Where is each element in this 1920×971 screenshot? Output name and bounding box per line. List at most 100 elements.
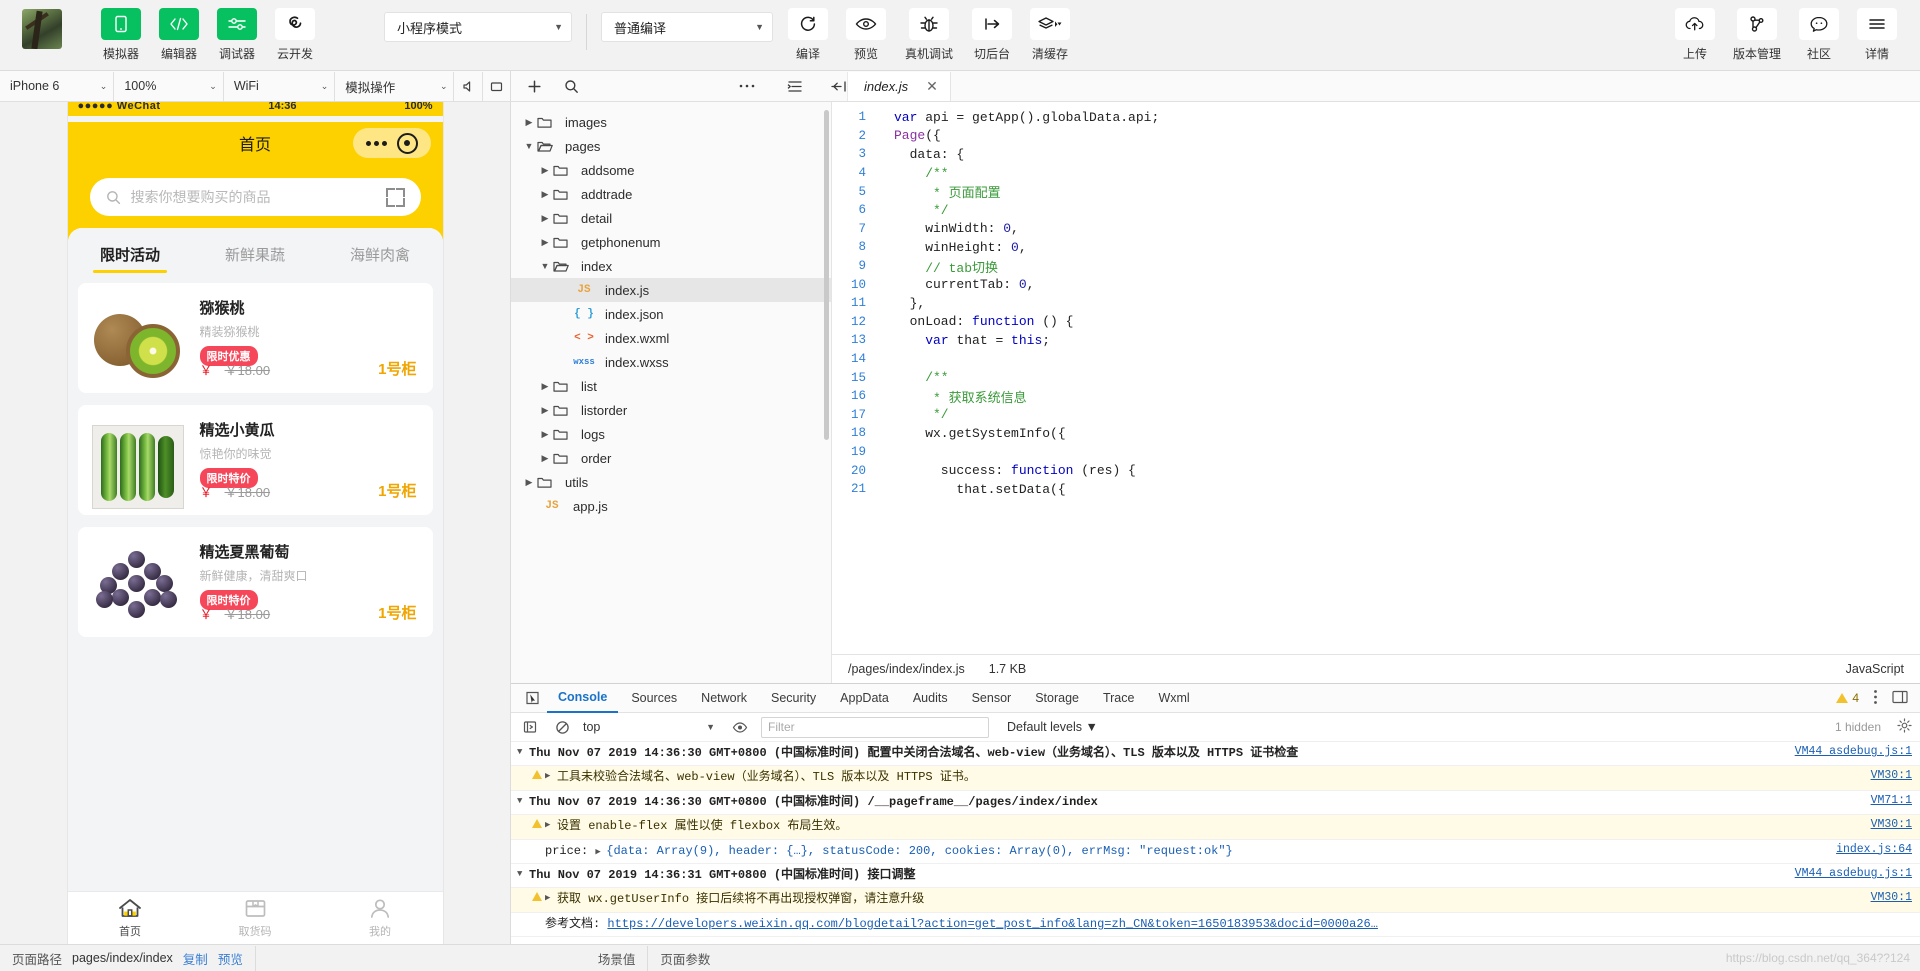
console-log-entry[interactable]: ▼ Thu Nov 07 2019 14:36:31 GMT+0800 (中国标准… — [511, 864, 1920, 889]
tabbar-item-home[interactable]: 首页 — [68, 892, 193, 944]
dock-panel-icon[interactable] — [1892, 690, 1908, 707]
console-log-source[interactable]: VM30:1 — [1859, 818, 1912, 831]
more-icon[interactable] — [365, 140, 387, 146]
tab-console[interactable]: Console — [547, 684, 619, 713]
collapse-all-icon[interactable] — [787, 80, 803, 93]
copy-button[interactable]: 复制 — [183, 949, 208, 968]
toolbar-item-background[interactable]: 切后台 — [963, 8, 1021, 62]
file-tree-file-index-js[interactable]: JS index.js — [511, 278, 831, 302]
screen-icon[interactable] — [481, 71, 510, 101]
tab-sources[interactable]: Sources — [620, 685, 688, 712]
category-tab-fresh[interactable]: 新鲜果蔬 — [193, 238, 318, 273]
product-card[interactable]: 精选夏黑葡萄 新鲜健康，清甜爽口 限时特价 ￥ ￥18.00 1号柜 — [77, 527, 433, 637]
chevron-right-icon[interactable]: ▶ — [537, 405, 553, 416]
preview-button[interactable]: 预览 — [218, 949, 243, 968]
file-tree-folder-order[interactable]: ▶ order — [511, 446, 831, 470]
mute-icon[interactable] — [454, 72, 481, 101]
console-log-source[interactable]: VM71:1 — [1859, 794, 1912, 807]
toolbar-item-community[interactable]: 社区 — [1790, 8, 1848, 62]
console-log-entry[interactable]: ▼ Thu Nov 07 2019 14:36:30 GMT+0800 (中国标准… — [511, 742, 1920, 767]
file-tree-folder-logs[interactable]: ▶ logs — [511, 422, 831, 446]
chevron-right-icon[interactable]: ▶ — [537, 453, 553, 464]
page-params-segment[interactable]: 页面参数 — [648, 946, 722, 971]
gear-icon[interactable] — [1897, 718, 1912, 736]
add-file-icon[interactable] — [527, 79, 542, 94]
toolbar-item-upload[interactable]: 上传 — [1666, 8, 1724, 62]
chevron-right-icon[interactable]: ▶ — [537, 381, 553, 392]
search-bar[interactable]: 搜索你想要购买的商品 — [89, 178, 421, 216]
toolbar-item-version[interactable]: 版本管理 — [1724, 8, 1790, 62]
console-log-entry[interactable]: ▶ 获取 wx.getUserInfo 接口后续将不再出现授权弹窗，请注意升级 VM… — [511, 888, 1920, 913]
close-icon[interactable]: ✕ — [926, 78, 938, 95]
toolbar-item-real-device-debug[interactable]: 真机调试 — [895, 8, 963, 62]
console-log-source[interactable]: VM44 asdebug.js:1 — [1783, 867, 1912, 880]
tab-audits[interactable]: Audits — [902, 685, 959, 712]
live-expression-icon[interactable] — [729, 716, 751, 738]
tab-storage[interactable]: Storage — [1024, 685, 1090, 712]
file-tree-file-app-js[interactable]: JS app.js — [511, 494, 831, 518]
file-tree-file-index-json[interactable]: { } index.json — [511, 302, 831, 326]
search-files-icon[interactable] — [564, 79, 579, 94]
chevron-right-icon[interactable]: ▶ — [521, 477, 537, 488]
warning-count-badge[interactable]: 4 — [1836, 691, 1859, 705]
tab-network[interactable]: Network — [690, 685, 758, 712]
console-log-entry[interactable]: ▶ 设置 enable-flex 属性以使 flexbox 布局生效。 VM30:1 — [511, 815, 1920, 840]
console-prompt[interactable]: > — [511, 937, 1920, 944]
toolbar-item-editor[interactable]: 编辑器 — [150, 8, 208, 62]
chevron-right-icon[interactable]: ▶ — [545, 818, 557, 830]
category-tab-limited[interactable]: 限时活动 — [68, 238, 193, 273]
toolbar-item-cloud-dev[interactable]: 云开发 — [266, 8, 324, 62]
toolbar-item-preview[interactable]: 预览 — [837, 8, 895, 62]
tab-sensor[interactable]: Sensor — [961, 685, 1023, 712]
chevron-down-icon[interactable]: ▼ — [537, 261, 553, 271]
chevron-right-icon[interactable]: ▶ — [545, 769, 557, 781]
product-card[interactable]: 精选小黄瓜 惊艳你的味觉 限时特价 ￥ ￥18.00 1号柜 — [77, 405, 433, 515]
chevron-right-icon[interactable]: ▶ — [537, 165, 553, 176]
console-log-source[interactable]: VM30:1 — [1859, 891, 1912, 904]
file-tree-file-index-wxml[interactable]: < > index.wxml — [511, 326, 831, 350]
chevron-down-icon[interactable]: ▼ — [521, 141, 537, 151]
avatar[interactable] — [22, 9, 62, 49]
zoom-select[interactable]: 100% ⌄ — [114, 71, 224, 101]
chevron-right-icon[interactable]: ▶ — [537, 189, 553, 200]
capsule-button[interactable] — [352, 128, 431, 158]
code-lines[interactable]: 1 var api = getApp().globalData.api; 2 Page… — [832, 102, 1920, 654]
network-select[interactable]: WiFi ⌄ — [224, 71, 336, 101]
tab-trace[interactable]: Trace — [1092, 685, 1146, 712]
file-tree-folder-pages[interactable]: ▼ pages — [511, 134, 831, 158]
chevron-right-icon[interactable]: ▶ — [521, 117, 537, 128]
more-options-icon[interactable] — [739, 83, 755, 89]
file-tree-folder-detail[interactable]: ▶ detail — [511, 206, 831, 230]
editor-tab-index-js[interactable]: index.js ✕ — [848, 71, 951, 101]
execute-icon[interactable] — [519, 716, 541, 738]
tabbar-item-mine[interactable]: 我的 — [318, 892, 443, 944]
inspect-element-icon[interactable] — [519, 691, 545, 706]
device-select[interactable]: iPhone 6 ⌄ — [0, 71, 115, 101]
console-log-source[interactable]: VM44 asdebug.js:1 — [1783, 745, 1912, 758]
console-filter-input[interactable]: Filter — [761, 716, 989, 738]
action-select[interactable]: 模拟操作 ⌄ — [335, 71, 455, 101]
file-tree-folder-addtrade[interactable]: ▶ addtrade — [511, 182, 831, 206]
log-levels-select[interactable]: Default levels ▼ — [1007, 720, 1098, 734]
toolbar-item-clear-cache[interactable]: 清缓存 — [1021, 8, 1079, 62]
console-log-source[interactable]: VM30:1 — [1859, 769, 1912, 782]
close-capsule-icon[interactable] — [396, 132, 418, 154]
chevron-right-icon[interactable]: ▶ — [545, 891, 557, 903]
chevron-right-icon[interactable]: ▶ — [537, 237, 553, 248]
console-log-source[interactable]: index.js:64 — [1824, 843, 1912, 856]
console-log-entry[interactable]: price: ▶ {data: Array(9), header: {…}, s… — [511, 840, 1920, 864]
file-tree-folder-listorder[interactable]: ▶ listorder — [511, 398, 831, 422]
product-card[interactable]: 猕猴桃 精装猕猴桃 限时优惠 ￥ ￥18.00 1号柜 — [77, 283, 433, 393]
mode-select[interactable]: 小程序模式 ▼ — [384, 12, 572, 42]
scan-icon[interactable] — [385, 187, 405, 207]
chevron-down-icon[interactable]: ▼ — [517, 794, 529, 806]
compile-select[interactable]: 普通编译 ▼ — [601, 12, 773, 42]
toolbar-item-debugger[interactable]: 调试器 — [208, 8, 266, 62]
file-tree-folder-images[interactable]: ▶ images — [511, 110, 831, 134]
tab-wxml[interactable]: Wxml — [1147, 685, 1200, 712]
chevron-right-icon[interactable]: ▶ — [537, 429, 553, 440]
tabbar-item-pickup[interactable]: 取货码 — [193, 892, 318, 944]
file-tree-scrollbar[interactable] — [824, 110, 829, 440]
toolbar-item-details[interactable]: 详情 — [1848, 8, 1906, 62]
file-tree-folder-utils[interactable]: ▶ utils — [511, 470, 831, 494]
